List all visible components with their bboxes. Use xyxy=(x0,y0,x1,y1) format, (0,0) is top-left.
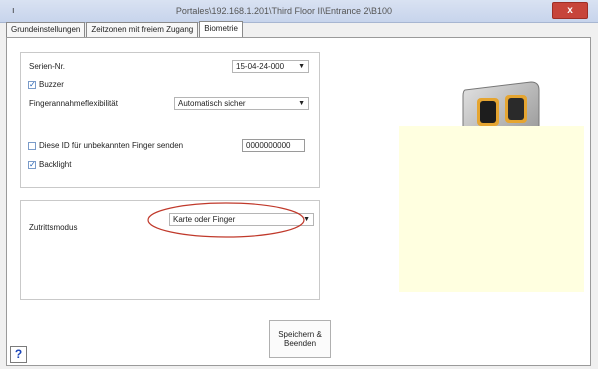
help-button[interactable]: ? xyxy=(10,346,27,363)
window-title: Portales\192.168.1.201\Third Floor II\En… xyxy=(175,6,393,16)
save-button-line2: Beenden xyxy=(283,339,317,348)
preview-area xyxy=(399,126,584,292)
tab-grundeinstellungen[interactable]: Grundeinstellungen xyxy=(6,22,86,38)
chevron-down-icon: ▼ xyxy=(298,63,305,70)
access-mode-label: Zutrittsmodus xyxy=(29,223,78,232)
tab-bar: Grundeinstellungen Zeitzonen mit freiem … xyxy=(6,21,244,39)
buzzer-checkbox[interactable]: ✓ xyxy=(28,81,36,89)
save-button-line1: Speichern & xyxy=(278,330,322,339)
send-id-checkbox[interactable] xyxy=(28,142,36,150)
tab-page-biometrie: Serien-Nr. 15-04-24-000 ▼ ✓ Buzzer Finge… xyxy=(6,37,591,366)
sensitivity-label: Fingerannahmeflexibilität xyxy=(29,99,118,108)
serial-number-value: 15-04-24-000 xyxy=(236,62,285,71)
sensitivity-select[interactable]: Automatisch sicher ▼ xyxy=(174,97,309,110)
tab-zeitzonen[interactable]: Zeitzonen mit freiem Zugang xyxy=(86,22,199,38)
backlight-label: Backlight xyxy=(39,160,72,169)
access-mode-group: Zutrittsmodus Karte oder Finger ▼ xyxy=(20,200,320,300)
sensitivity-value: Automatisch sicher xyxy=(178,99,246,108)
serial-number-select[interactable]: 15-04-24-000 ▼ xyxy=(232,60,309,73)
unknown-finger-id-input[interactable]: 0000000000 xyxy=(242,139,305,152)
highlight-ellipse xyxy=(147,202,305,238)
close-button[interactable]: x xyxy=(552,2,588,19)
save-and-exit-button[interactable]: Speichern & Beenden xyxy=(269,320,331,358)
send-id-label: Diese ID für unbekannten Finger senden xyxy=(39,141,184,150)
backlight-checkbox[interactable]: ✓ xyxy=(28,161,36,169)
chevron-down-icon: ▼ xyxy=(298,100,305,107)
settings-group: Serien-Nr. 15-04-24-000 ▼ ✓ Buzzer Finge… xyxy=(20,52,320,188)
buzzer-label: Buzzer xyxy=(39,80,64,89)
title-bar: ı Portales\192.168.1.201\Third Floor II\… xyxy=(0,0,598,23)
serial-label: Serien-Nr. xyxy=(29,62,66,71)
